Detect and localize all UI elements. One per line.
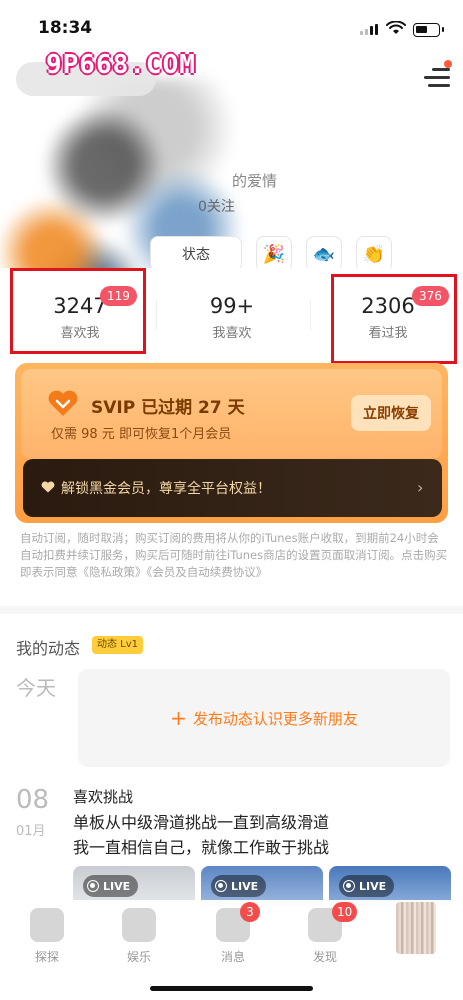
tab-label: 消息 (220, 950, 245, 964)
svip-expired-panel[interactable]: SVIP 已过期 27 天 仅需 98 元 即可恢复1个月会员 立即恢复 (21, 369, 442, 459)
live-badge: LIVE (211, 875, 267, 897)
subscription-terms: 自动订阅，随时取消；购买订阅的费用将从你的iTunes账户收取，到期前24小时会… (20, 531, 448, 579)
feed-level-badge: 动态 Lv1 (92, 636, 144, 654)
post-body-line: 单板从中级滑道挑战一直到高级滑道 (73, 813, 330, 832)
stats-row: 3247 喜欢我 119 99+ 我喜欢 2306 看过我 376 (0, 268, 463, 364)
bottom-tab-bar: 探探 娱乐 消息 3 发现 10 (0, 900, 463, 1000)
today-label: 今天 (16, 676, 56, 700)
tab-tantan[interactable]: 探探 (12, 908, 82, 965)
status-button[interactable]: 状态 (150, 236, 242, 268)
count-badge: 10 (332, 902, 358, 922)
live-label: LIVE (231, 879, 259, 893)
emoji-chip-fish[interactable]: 🐟 (306, 236, 342, 268)
watermark-text: 9P668.COM (46, 50, 196, 80)
live-label: LIVE (359, 879, 387, 893)
post-body-line: 我一直相信自己，就像工作敢于挑战 (73, 838, 330, 857)
divider (310, 300, 311, 330)
heart-icon (48, 390, 78, 416)
stat-value: 99+ (209, 294, 255, 318)
signal-icon (360, 24, 378, 35)
black-gold-text: 解锁黑金会员，尊享全平台权益！ (61, 481, 271, 497)
plus-icon: + (170, 706, 187, 730)
stat-i-liked[interactable]: 99+ 我喜欢 (162, 270, 302, 356)
tab-label: 发现 (312, 950, 337, 964)
count-badge: 3 (240, 902, 260, 922)
post-date-month: 01月 (16, 824, 46, 839)
tab-discover[interactable]: 发现 10 (290, 902, 360, 965)
emoji-chip-party[interactable]: 🎉 (256, 236, 292, 268)
restore-button[interactable]: 立即恢复 (351, 395, 431, 431)
home-indicator (150, 986, 313, 991)
emoji-chip-clap[interactable]: 👏 (356, 236, 392, 268)
heart-icon (41, 481, 55, 493)
highlight-box-left (10, 268, 146, 354)
chevron-right-icon: › (417, 478, 424, 497)
profile-header: 9P668.COM 的爱情 0关注 状态 🎉 🐟 👏 (0, 48, 463, 268)
highlight-box-right (331, 274, 457, 364)
feed-title: 我的动态 (16, 639, 81, 658)
follow-count[interactable]: 0关注 (198, 196, 235, 216)
svip-card: SVIP 已过期 27 天 仅需 98 元 即可恢复1个月会员 立即恢复 解锁黑… (15, 363, 448, 523)
publish-post-button[interactable]: + 发布动态认识更多新朋友 (78, 669, 450, 767)
svip-subtitle: 仅需 98 元 即可恢复1个月会员 (51, 427, 232, 442)
black-gold-banner[interactable]: 解锁黑金会员，尊享全平台权益！ › (23, 459, 442, 517)
notification-dot (444, 60, 452, 68)
post-title[interactable]: 喜欢挑战 (73, 786, 133, 807)
wifi-icon (386, 21, 406, 34)
publish-label: 发布动态认识更多新朋友 (192, 709, 358, 728)
menu-icon[interactable] (424, 66, 450, 90)
tab-label: 探探 (34, 950, 59, 964)
section-divider (0, 606, 463, 614)
post-body[interactable]: 单板从中级滑道挑战一直到高级滑道 我一直相信自己，就像工作敢于挑战 (73, 810, 443, 860)
live-icon (343, 880, 355, 892)
tab-me-avatar[interactable] (396, 902, 436, 954)
live-icon (87, 880, 99, 892)
status-bar: 18:34 (0, 0, 463, 48)
tab-messages[interactable]: 消息 3 (198, 902, 268, 965)
tab-label: 娱乐 (126, 950, 151, 964)
tv-icon (122, 908, 156, 942)
live-label: LIVE (103, 879, 131, 893)
cards-icon (30, 908, 64, 942)
svip-title: SVIP 已过期 27 天 (91, 398, 245, 418)
live-badge: LIVE (83, 875, 139, 897)
post-date-day: 08 (16, 785, 50, 815)
divider (156, 300, 157, 330)
status-time: 18:34 (38, 18, 93, 38)
battery-icon (413, 23, 444, 37)
tab-entertainment[interactable]: 娱乐 (104, 908, 174, 965)
profile-signature: 的爱情 (232, 172, 278, 190)
live-badge: LIVE (339, 875, 395, 897)
stat-label: 我喜欢 (212, 326, 252, 341)
live-icon (215, 880, 227, 892)
